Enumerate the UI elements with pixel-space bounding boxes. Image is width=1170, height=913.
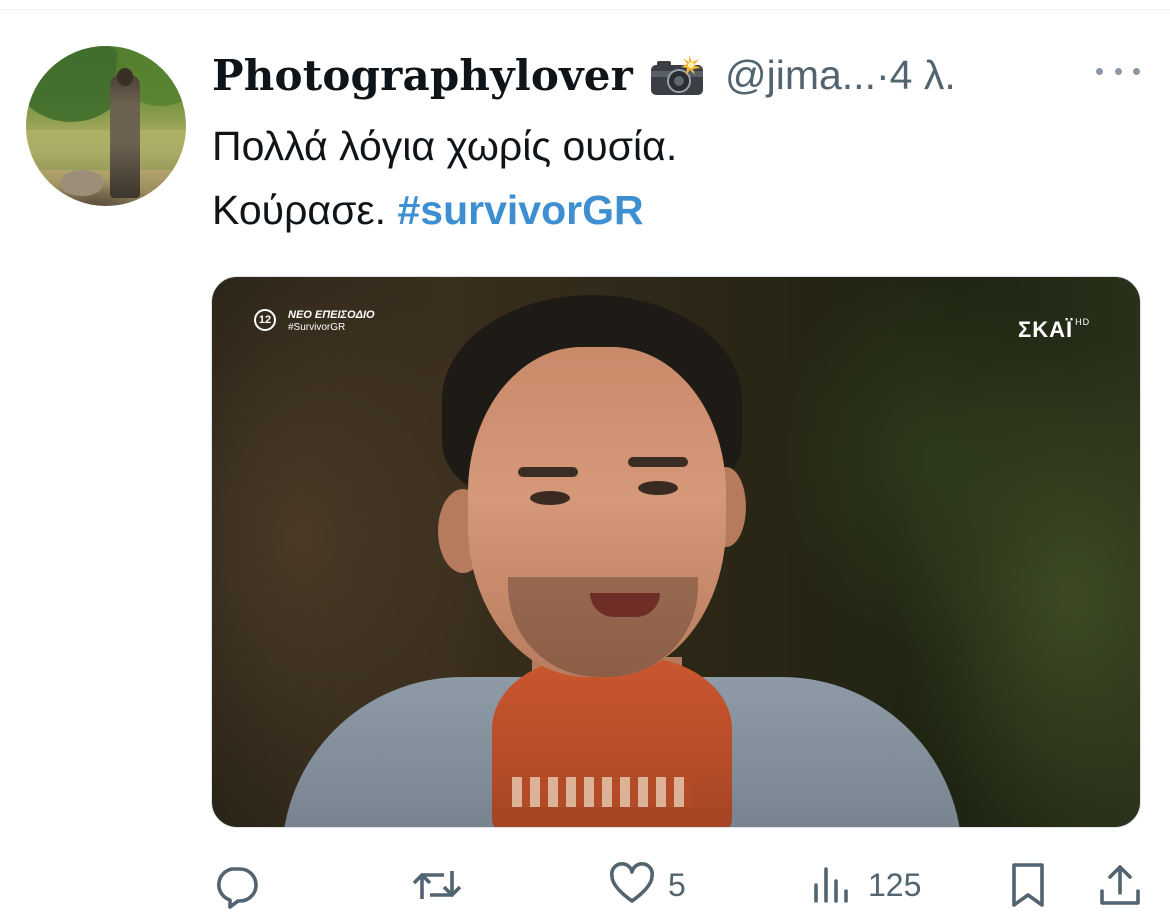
tweet-timestamp[interactable]: ·4 λ. bbox=[876, 52, 956, 99]
tweet-action-bar: 5 125 bbox=[210, 858, 1150, 912]
broadcaster-logo: ΣΚΑΪ HD bbox=[1018, 317, 1090, 343]
avatar[interactable] bbox=[26, 46, 186, 206]
tweet-text-fragment: Κούρασε. bbox=[212, 187, 398, 233]
overlay-hashtag-label: #SurvivorGR bbox=[288, 322, 346, 333]
media-eyebrow bbox=[518, 467, 578, 477]
top-divider bbox=[0, 0, 1170, 10]
retweet-button[interactable] bbox=[410, 858, 464, 912]
retweet-icon bbox=[412, 871, 462, 899]
broadcaster-hd: HD bbox=[1075, 317, 1091, 327]
tweet-media-image[interactable]: 12 ΝΕΟ ΕΠΕΙΣΟΔΙΟ #SurvivorGR ΣΚΑΪ HD bbox=[211, 276, 1141, 828]
like-count: 5 bbox=[668, 866, 686, 903]
overlay-episode-label: ΝΕΟ ΕΠΕΙΣΟΔΙΟ bbox=[288, 309, 375, 321]
bookmark-icon bbox=[1012, 863, 1044, 907]
tweet-text-line: Πολλά λόγια χωρίς ουσία. bbox=[212, 123, 678, 169]
channel-rating-badge: 12 bbox=[254, 309, 276, 331]
media-eye bbox=[530, 491, 570, 505]
views-count: 125 bbox=[868, 866, 922, 903]
views-button[interactable]: 125 bbox=[808, 858, 921, 912]
like-button[interactable]: 5 bbox=[608, 858, 686, 912]
reply-button[interactable] bbox=[212, 858, 260, 912]
tweet-header: Photographylover @jima... ·4 λ. bbox=[212, 46, 956, 104]
more-options-icon[interactable] bbox=[1096, 56, 1140, 86]
avatar-person bbox=[110, 74, 140, 198]
avatar-rock bbox=[60, 170, 104, 196]
hashtag-link[interactable]: #survivorGR bbox=[397, 187, 643, 233]
heart-icon bbox=[610, 862, 654, 903]
media-scarf-pattern bbox=[512, 777, 692, 807]
display-name[interactable]: Photographylover bbox=[212, 51, 633, 100]
camera-with-flash-icon bbox=[647, 53, 707, 97]
views-icon bbox=[814, 867, 848, 903]
share-button[interactable] bbox=[1096, 858, 1144, 912]
bookmark-button[interactable] bbox=[1006, 858, 1050, 912]
media-eye bbox=[638, 481, 678, 495]
share-icon bbox=[1100, 865, 1140, 905]
tweet-text-line: Κούρασε. #survivorGR bbox=[212, 178, 1132, 242]
avatar-person-head bbox=[117, 68, 133, 86]
media-eyebrow bbox=[628, 457, 688, 467]
broadcaster-name: ΣΚΑΪ bbox=[1018, 317, 1074, 342]
tweet-text: Πολλά λόγια χωρίς ουσία. Κούρασε. #survi… bbox=[212, 114, 1132, 242]
user-handle[interactable]: @jima... bbox=[725, 52, 876, 99]
avatar-water bbox=[26, 130, 186, 170]
reply-icon bbox=[217, 867, 258, 909]
